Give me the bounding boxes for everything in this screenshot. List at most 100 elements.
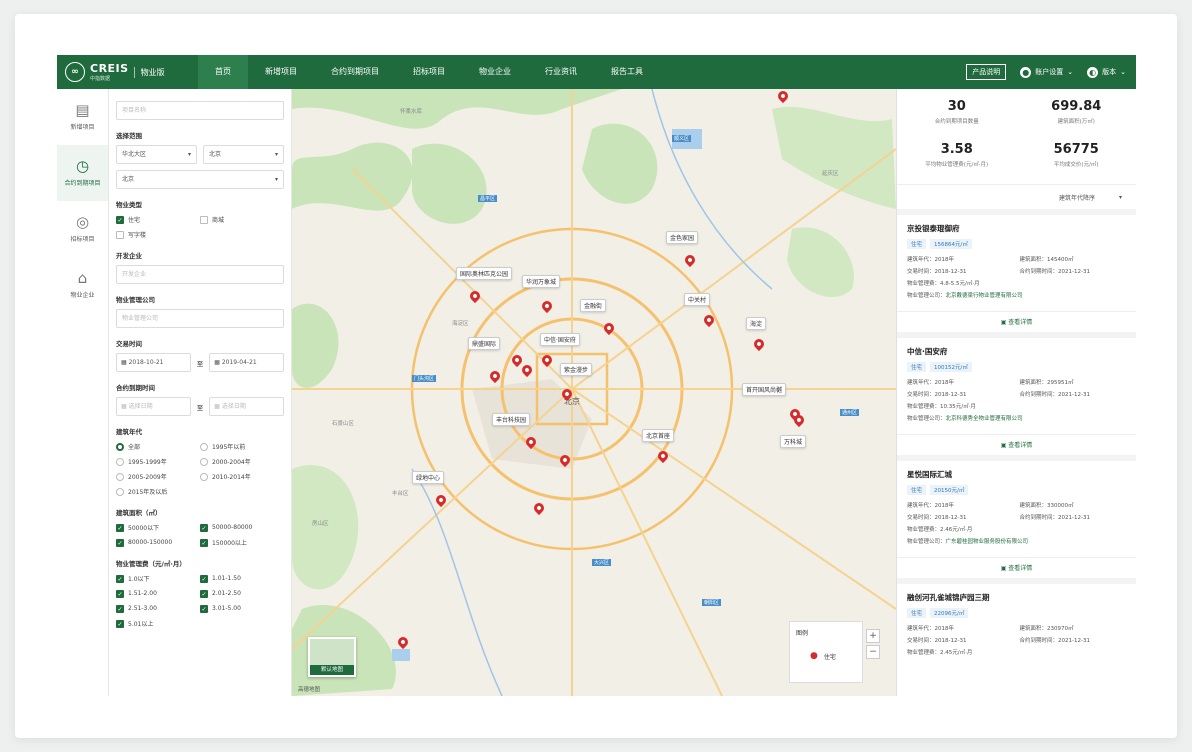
- radio-era-2010[interactable]: 2010-2014年: [200, 471, 284, 482]
- pin-label[interactable]: 鼎盛国际: [468, 337, 501, 350]
- main-nav: 首页 新增项目 合约到期项目 招标项目 物业企业 行业资讯 报告工具: [198, 55, 660, 89]
- sidebar-item-tenders[interactable]: ◎ 招标项目: [57, 201, 108, 257]
- pin-label[interactable]: 金色家园: [666, 231, 699, 244]
- nav-property-companies[interactable]: 物业企业: [462, 55, 528, 89]
- radio-era-1995[interactable]: 1995-1999年: [116, 456, 200, 467]
- radio-icon: [116, 442, 124, 451]
- card-expire: 合约到期时间：2021-12-31: [1019, 515, 1090, 521]
- expire-to-date[interactable]: ▦ 选择日期: [209, 397, 284, 416]
- checkbox-area-4[interactable]: ✓ 150000以上: [200, 537, 284, 548]
- nav-home[interactable]: 首页: [198, 55, 248, 89]
- radio-icon: [200, 457, 208, 466]
- sidebar-item-new-projects[interactable]: ▤ 新增项目: [57, 89, 108, 145]
- option-label: 5.01以上: [128, 621, 154, 628]
- checkbox-fee-4[interactable]: ✓ 2.01-2.50: [200, 588, 284, 599]
- card-area: 建筑面积：295951㎡: [1019, 380, 1074, 386]
- checkbox-fee-2[interactable]: ✓ 1.01-1.50: [200, 573, 284, 584]
- checkbox-fee-5[interactable]: ✓ 2.51-3.00: [116, 603, 200, 614]
- pin-label[interactable]: 海淀: [746, 317, 767, 330]
- nav-industry-news[interactable]: 行业资讯: [528, 55, 594, 89]
- stat-value: 56775: [1053, 142, 1099, 157]
- checkbox-area-2[interactable]: ✓ 50000-80000: [200, 522, 284, 533]
- checkbox-area-3[interactable]: ✓ 80000-150000: [116, 537, 200, 548]
- checkbox-fee-6[interactable]: ✓ 3.01-5.00: [200, 603, 284, 614]
- pin-label[interactable]: 丰台科技园: [492, 413, 531, 426]
- checkbox-fee-1[interactable]: ✓ 1.0以下: [116, 573, 200, 584]
- radio-era-2000[interactable]: 2000-2004年: [200, 456, 284, 467]
- option-label: 1995年以前: [212, 444, 246, 451]
- project-card[interactable]: 京投银泰琨御府 住宅 156864元/㎡ 建筑年代：2018年 建筑面积：1454…: [897, 215, 1136, 338]
- trade-time-label: 交易时间: [116, 340, 142, 348]
- map-pin-icon: ●: [810, 651, 818, 661]
- expire-from-date[interactable]: ▦ 选择日期: [116, 397, 191, 416]
- developer-input[interactable]: 开发企业: [116, 265, 284, 284]
- option-label: 1.51-2.00: [128, 590, 157, 597]
- card-title[interactable]: 星悦国际汇城: [907, 469, 1126, 480]
- card-trade: 交易时间：2018-12-31: [907, 515, 967, 521]
- card-mgmt: 物业管理公司：北京科德秀全物业管理有限公司: [907, 416, 1023, 422]
- card-title[interactable]: 京投银泰琨御府: [907, 223, 1126, 234]
- radio-era-2015[interactable]: 2015年及以后: [116, 486, 200, 497]
- pin-label[interactable]: 万科城: [780, 435, 807, 448]
- product-info-button[interactable]: 产品说明: [966, 64, 1007, 80]
- pin-label[interactable]: 华润万象城: [522, 275, 561, 288]
- account-menu[interactable]: ● 账户设置 ⌄: [1020, 66, 1073, 78]
- brand-logo[interactable]: ∞ CREIS 中指数据 物业版: [65, 62, 165, 82]
- map-district-badge: 门头沟区: [412, 375, 437, 382]
- card-year: 建筑年代：2018年: [907, 626, 955, 632]
- nav-new-projects[interactable]: 新增项目: [248, 55, 314, 89]
- trade-to-date[interactable]: ▦ 2019-04-21: [209, 353, 284, 372]
- pin-label[interactable]: 紫金漫步: [560, 363, 593, 376]
- pin-label[interactable]: 金融街: [580, 299, 607, 312]
- zoom-in-button[interactable]: +: [866, 629, 880, 643]
- sort-dropdown[interactable]: 建筑年代降序 ▾: [897, 185, 1136, 215]
- sidebar-item-label: 招标项目: [70, 236, 95, 243]
- map-view[interactable]: 怀柔水库 昌平区 北京 门头沟区 大兴区 顺义区 通州区 延庆区 房山区 朝阳区…: [292, 89, 896, 696]
- map-style-thumbnail[interactable]: 默认地图: [308, 637, 356, 677]
- checkbox-area-1[interactable]: ✓ 50000以下: [116, 522, 200, 533]
- project-name-input[interactable]: 项目名称: [116, 101, 284, 120]
- card-title[interactable]: 融创河孔雀城锦庐园三期: [907, 592, 1126, 603]
- project-card[interactable]: 融创河孔雀城锦庐园三期 住宅 22096元/㎡ 建筑年代：2018年 建筑面积：2…: [897, 584, 1136, 696]
- pin-label[interactable]: 首开国风尚樾: [742, 383, 787, 396]
- sidebar-item-label: 合约到期项目: [64, 180, 101, 187]
- pin-label[interactable]: 中信·国安府: [540, 333, 580, 346]
- view-details-button[interactable]: ▣ 查看详情: [897, 557, 1136, 578]
- trade-from-date[interactable]: ▦ 2018-10-21: [116, 353, 191, 372]
- checkbox-fee-3[interactable]: ✓ 1.51-2.00: [116, 588, 200, 599]
- sidebar-item-expiring-contracts[interactable]: ◷ 合约到期项目: [57, 145, 108, 201]
- checkbox-mall[interactable]: 商城: [200, 214, 284, 225]
- nav-tender-projects[interactable]: 招标项目: [396, 55, 462, 89]
- option-label: 50000以下: [128, 525, 160, 532]
- region-select-1[interactable]: 华北大区 ▾: [116, 145, 197, 164]
- checkbox-office[interactable]: 写字楼: [116, 229, 200, 240]
- sidebar-item-companies[interactable]: ⌂ 物业企业: [57, 257, 108, 313]
- nav-expiring-contracts[interactable]: 合约到期项目: [314, 55, 396, 89]
- region-select-3[interactable]: 北京 ▾: [116, 170, 284, 189]
- option-label: 50000-80000: [212, 524, 253, 531]
- radio-era-all[interactable]: 全部: [116, 441, 200, 452]
- card-trade: 交易时间：2018-12-31: [907, 392, 967, 398]
- region-select-2[interactable]: 北京 ▾: [203, 145, 284, 164]
- project-card[interactable]: 中信·国安府 住宅 100152元/㎡ 建筑年代：2018年 建筑面积：29595…: [897, 338, 1136, 461]
- checkbox-fee-7[interactable]: ✓ 5.01以上: [116, 618, 200, 629]
- radio-era-pre1995[interactable]: 1995年以前: [200, 441, 284, 452]
- pin-label[interactable]: 中关村: [684, 293, 711, 306]
- view-details-button[interactable]: ▣ 查看详情: [897, 311, 1136, 332]
- radio-era-2005[interactable]: 2005-2009年: [116, 471, 200, 482]
- sort-label: 建筑年代降序: [1058, 194, 1095, 202]
- expire-time-label: 合约到期时间: [116, 384, 155, 392]
- project-card[interactable]: 星悦国际汇城 住宅 20150元/㎡ 建筑年代：2018年 建筑面积：330000…: [897, 461, 1136, 584]
- nav-report-tools[interactable]: 报告工具: [594, 55, 660, 89]
- option-label: 商城: [212, 217, 225, 224]
- card-title[interactable]: 中信·国安府: [907, 346, 1126, 357]
- pin-label[interactable]: 北京首座: [642, 429, 675, 442]
- view-details-button[interactable]: ▣ 查看详情: [897, 434, 1136, 455]
- checkbox-icon: ✓: [200, 589, 208, 598]
- checkbox-residential[interactable]: ✓ 住宅: [116, 214, 200, 225]
- pm-company-input[interactable]: 物业管理公司: [116, 309, 284, 328]
- zoom-out-button[interactable]: −: [866, 645, 880, 659]
- pin-label[interactable]: 国际奥林匹克公园: [456, 267, 513, 280]
- pin-label[interactable]: 绿地中心: [412, 471, 445, 484]
- version-menu[interactable]: ◐ 版本 ⌄: [1087, 66, 1126, 78]
